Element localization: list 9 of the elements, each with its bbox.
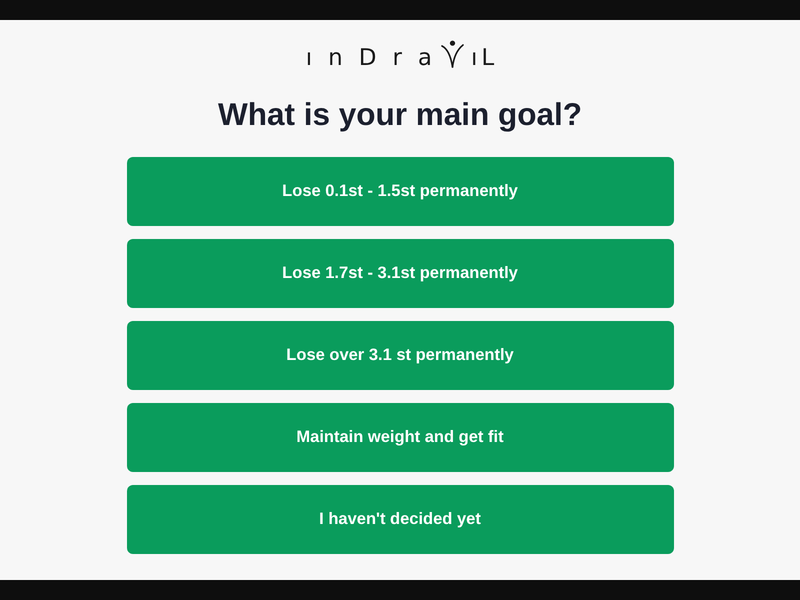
goal-option-button[interactable]: Lose over 3.1 st permanently — [126, 321, 674, 390]
person-figure-icon — [441, 40, 464, 68]
logo-text: ınDra — [306, 48, 448, 68]
goal-option-button[interactable]: Lose 0.1st - 1.5st permanently — [126, 157, 674, 226]
goal-option-button[interactable]: Maintain weight and get fit — [126, 403, 674, 472]
logo-text: ıL — [471, 48, 498, 68]
goal-option-button[interactable]: I haven't decided yet — [126, 485, 674, 554]
goal-option-button[interactable]: Lose 1.7st - 3.1st permanently — [126, 239, 674, 308]
page-title: What is your main goal? — [218, 95, 582, 133]
